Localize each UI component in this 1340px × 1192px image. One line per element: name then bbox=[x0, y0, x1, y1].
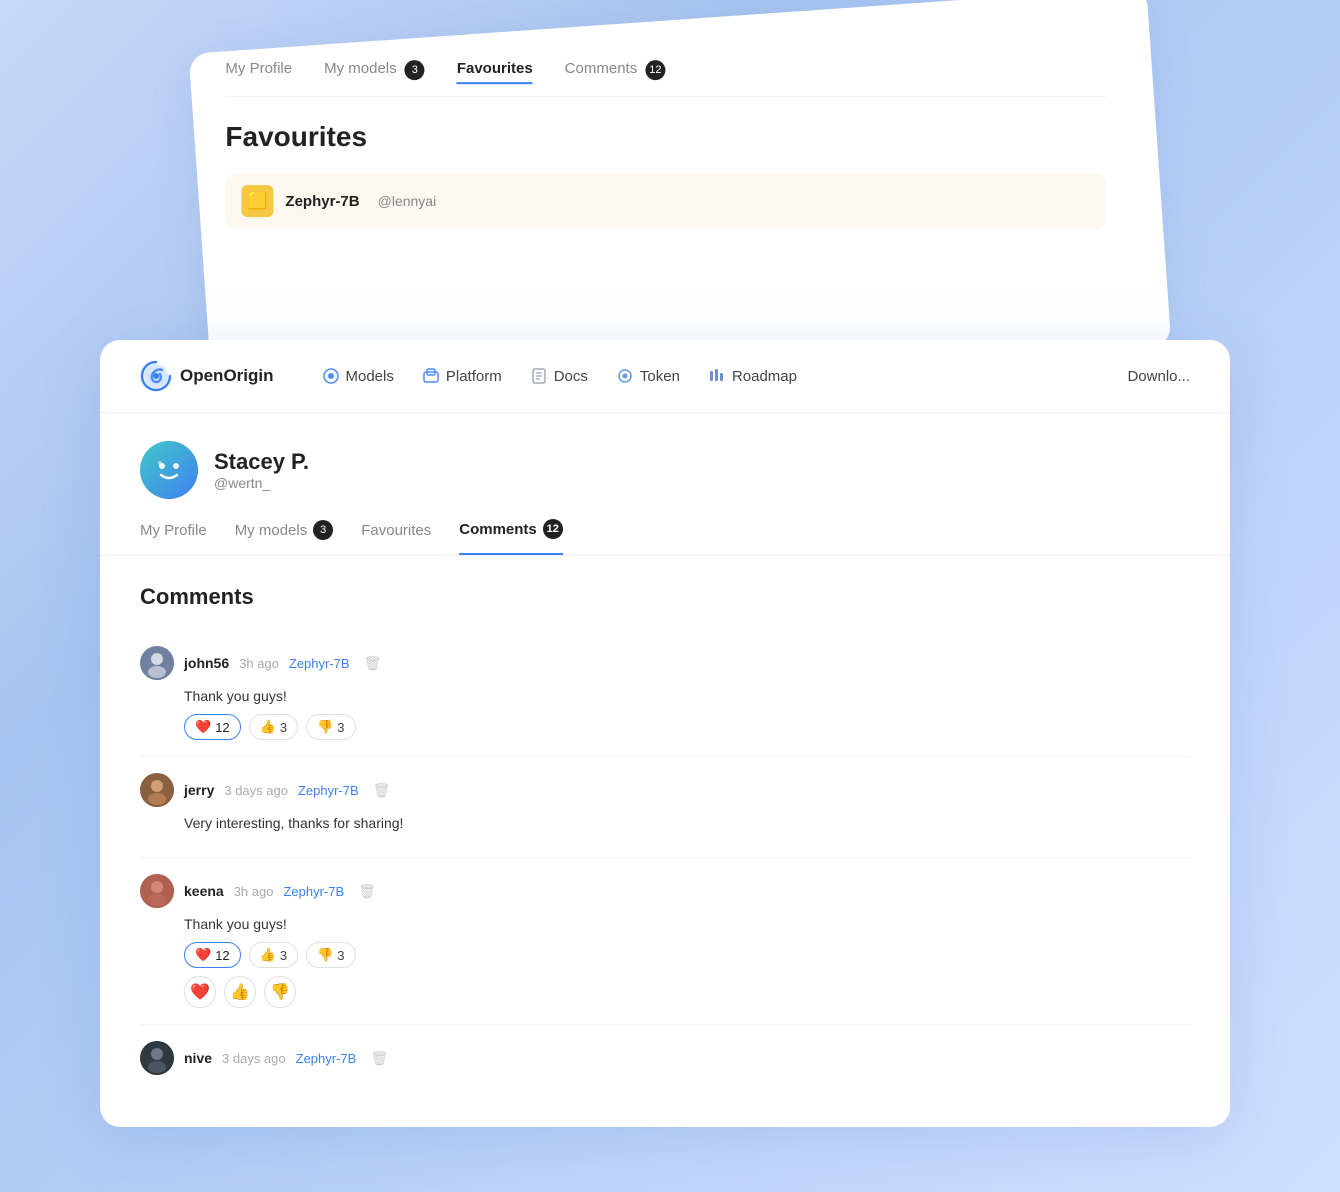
reaction-thumbdown-small[interactable]: 👎 bbox=[264, 976, 296, 1008]
reaction-thumbdown[interactable]: 👎 3 bbox=[306, 714, 355, 740]
bg-tab-favourites[interactable]: Favourites bbox=[457, 60, 533, 84]
delete-icon[interactable]: 🗑 bbox=[370, 1050, 388, 1067]
reaction-thumbup[interactable]: 👍 3 bbox=[249, 942, 298, 968]
logo-text: OpenOrigin bbox=[180, 366, 274, 386]
comment-header: jerry 3 days ago Zephyr-7B 🗑 bbox=[140, 773, 1190, 807]
nav-token[interactable]: Token bbox=[616, 367, 680, 385]
comment-avatar-nive bbox=[140, 1041, 174, 1075]
comment-item: nive 3 days ago Zephyr-7B 🗑 bbox=[140, 1025, 1190, 1099]
delete-icon[interactable]: 🗑 bbox=[364, 655, 382, 672]
section-title: Comments bbox=[140, 584, 1190, 610]
models-icon bbox=[322, 367, 340, 385]
reactions: ❤️ 12 👍 3 👎 3 bbox=[184, 942, 1190, 968]
roadmap-icon bbox=[708, 367, 726, 385]
profile-handle: @wertn_ bbox=[214, 475, 309, 491]
reaction-thumbdown[interactable]: 👎 3 bbox=[306, 942, 355, 968]
reaction-heart-small[interactable]: ❤️ bbox=[184, 976, 216, 1008]
comment-header: nive 3 days ago Zephyr-7B 🗑 bbox=[140, 1041, 1190, 1075]
delete-icon[interactable]: 🗑 bbox=[358, 883, 376, 900]
profile-section: Stacey P. @wertn_ bbox=[100, 413, 1230, 499]
bg-model-user: @lennyai bbox=[378, 193, 437, 209]
comment-item: jerry 3 days ago Zephyr-7B 🗑 Very intere… bbox=[140, 757, 1190, 858]
comment-username: jerry bbox=[184, 782, 214, 798]
comment-time: 3 days ago bbox=[222, 1051, 286, 1066]
bg-model-icon: 🟨 bbox=[241, 185, 273, 217]
comment-time: 3h ago bbox=[234, 884, 274, 899]
avatar-image bbox=[140, 441, 198, 499]
comment-username: keena bbox=[184, 883, 224, 899]
logo-icon bbox=[140, 360, 172, 392]
bg-model-name: Zephyr-7B bbox=[285, 193, 359, 210]
main-card: OpenOrigin Models Platform Docs bbox=[100, 340, 1230, 1127]
comment-model-link[interactable]: Zephyr-7B bbox=[289, 656, 350, 671]
comment-item: john56 3h ago Zephyr-7B 🗑 Thank you guys… bbox=[140, 630, 1190, 757]
tab-mymodels[interactable]: My models 3 bbox=[235, 519, 334, 555]
bg-section-title: Favourites bbox=[225, 121, 1105, 153]
tab-favourites[interactable]: Favourites bbox=[361, 519, 431, 555]
reaction-heart[interactable]: ❤️ 12 bbox=[184, 942, 241, 968]
comment-time: 3h ago bbox=[239, 656, 279, 671]
profile-name: Stacey P. bbox=[214, 449, 309, 475]
comment-header: keena 3h ago Zephyr-7B 🗑 bbox=[140, 874, 1190, 908]
comment-avatar-john bbox=[140, 646, 174, 680]
bg-tabs: My Profile My models 3 Favourites Commen… bbox=[225, 60, 1105, 97]
profile-tabs: My Profile My models 3 Favourites Commen… bbox=[100, 499, 1230, 556]
comment-username: nive bbox=[184, 1050, 212, 1066]
comment-avatar-jerry bbox=[140, 773, 174, 807]
token-icon bbox=[616, 367, 634, 385]
logo[interactable]: OpenOrigin bbox=[140, 360, 274, 392]
bg-tab-myprofile[interactable]: My Profile bbox=[225, 60, 292, 84]
platform-icon bbox=[422, 367, 440, 385]
comment-time: 3 days ago bbox=[224, 783, 288, 798]
bg-model-item[interactable]: 🟨 Zephyr-7B @lennyai bbox=[225, 173, 1105, 229]
navbar: OpenOrigin Models Platform Docs bbox=[100, 340, 1230, 413]
comments-section: Comments john56 3h ago Zephyr-7B 🗑 Thank… bbox=[100, 556, 1230, 1127]
comment-model-link[interactable]: Zephyr-7B bbox=[298, 783, 359, 798]
nav-download[interactable]: Downlo... bbox=[1127, 368, 1190, 385]
comment-model-link[interactable]: Zephyr-7B bbox=[283, 884, 344, 899]
bg-tab-comments[interactable]: Comments 12 bbox=[565, 60, 666, 84]
reaction-heart[interactable]: ❤️ 12 bbox=[184, 714, 241, 740]
comment-body: Thank you guys! bbox=[184, 916, 1190, 932]
reactions: ❤️ 12 👍 3 👎 3 bbox=[184, 714, 1190, 740]
profile-info: Stacey P. @wertn_ bbox=[214, 449, 309, 491]
comment-header: john56 3h ago Zephyr-7B 🗑 bbox=[140, 646, 1190, 680]
avatar bbox=[140, 441, 198, 499]
bg-tab-mymodels[interactable]: My models 3 bbox=[324, 60, 425, 84]
reaction-thumbup[interactable]: 👍 3 bbox=[249, 714, 298, 740]
delete-icon[interactable]: 🗑 bbox=[373, 782, 391, 799]
nav-links: Models Platform Docs Token bbox=[322, 367, 1096, 385]
comment-item: keena 3h ago Zephyr-7B 🗑 Thank you guys!… bbox=[140, 858, 1190, 1025]
comment-avatar-keena bbox=[140, 874, 174, 908]
nav-platform[interactable]: Platform bbox=[422, 367, 502, 385]
reaction-thumbup-small[interactable]: 👍 bbox=[224, 976, 256, 1008]
nav-models[interactable]: Models bbox=[322, 367, 394, 385]
comment-body: Thank you guys! bbox=[184, 688, 1190, 704]
nav-docs[interactable]: Docs bbox=[530, 367, 588, 385]
nav-roadmap[interactable]: Roadmap bbox=[708, 367, 797, 385]
small-reactions: ❤️ 👍 👎 bbox=[184, 976, 1190, 1008]
comment-body: Very interesting, thanks for sharing! bbox=[184, 815, 1190, 831]
docs-icon bbox=[530, 367, 548, 385]
tab-myprofile[interactable]: My Profile bbox=[140, 519, 207, 555]
tab-comments[interactable]: Comments 12 bbox=[459, 519, 563, 555]
comment-model-link[interactable]: Zephyr-7B bbox=[296, 1051, 357, 1066]
comment-username: john56 bbox=[184, 655, 229, 671]
